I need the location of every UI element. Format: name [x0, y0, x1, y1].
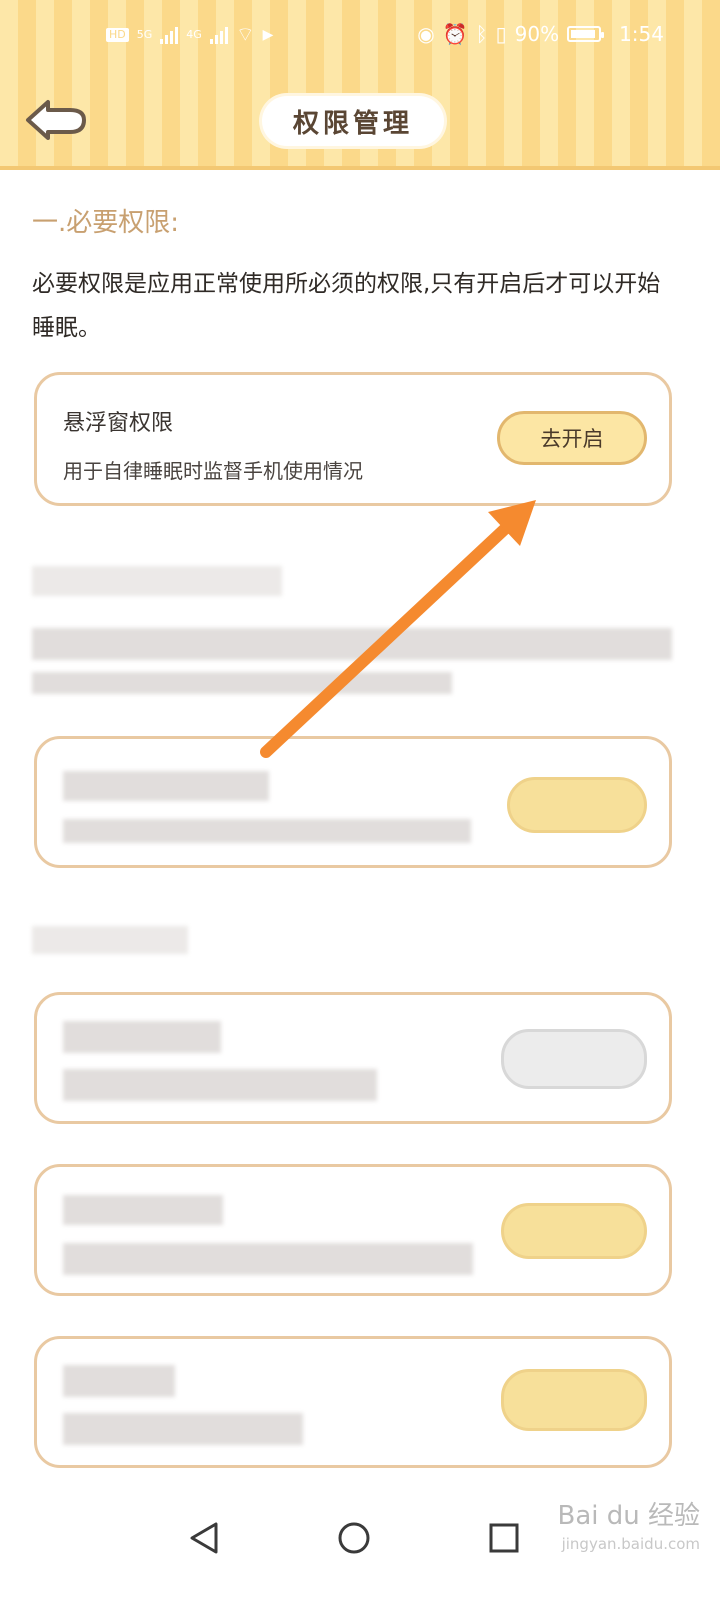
back-arrow-icon: [26, 100, 86, 140]
blurred-card-title: [63, 1021, 221, 1053]
header-bar: HD 5G 4G ⌔ ▶ ◉ ⏰ ᛒ ▯ 90% 1:54 权限管理: [0, 0, 720, 170]
network-label: 5G: [136, 28, 153, 41]
watermark-brand: Bai du 经验: [557, 1501, 700, 1531]
vibrate-icon: ▯: [495, 22, 507, 46]
blurred-card-subtitle: [63, 819, 471, 843]
card-subtitle: 用于自律睡眠时监督手机使用情况: [63, 459, 363, 483]
wifi-icon: ⌔: [235, 22, 255, 46]
blurred-section-title-2: [32, 926, 188, 954]
section-title: 一.必要权限:: [32, 208, 180, 238]
section-description: 必要权限是应用正常使用所必须的权限,只有开启后才可以开始睡眠。: [32, 271, 661, 341]
circle-home-icon: [338, 1522, 370, 1554]
card-title: 悬浮窗权限: [63, 411, 174, 436]
bluetooth-icon: ᛒ: [475, 22, 488, 46]
back-button[interactable]: [22, 96, 88, 144]
blurred-card-subtitle: [63, 1413, 303, 1445]
permission-card-blurred-3: [34, 1164, 672, 1296]
network-label-2: 4G: [186, 28, 202, 41]
triangle-back-icon: [190, 1522, 218, 1554]
blurred-card-subtitle: [63, 1243, 473, 1275]
clock: 1:54: [619, 22, 664, 46]
blurred-section-description-line-1: [32, 628, 672, 660]
permission-card-blurred-1: [34, 736, 672, 868]
alarm-icon: ⏰: [442, 22, 468, 46]
status-right: ◉ ⏰ ᛒ ▯ 90% 1:54: [417, 22, 664, 46]
blurred-card-button[interactable]: [501, 1369, 647, 1431]
nav-recent-button[interactable]: [474, 1508, 534, 1568]
page-title: 权限管理: [262, 96, 444, 146]
blurred-card-button[interactable]: [501, 1203, 647, 1259]
battery-icon: [567, 26, 605, 42]
blurred-card-button[interactable]: [507, 777, 647, 833]
blurred-card-title: [63, 1365, 175, 1397]
permission-card-blurred-2: [34, 992, 672, 1124]
status-left: HD 5G 4G ⌔ ▶: [106, 22, 273, 47]
blurred-card-button[interactable]: [501, 1029, 647, 1089]
blurred-section-title: [32, 566, 282, 596]
blurred-card-title: [63, 1195, 223, 1225]
blurred-section-description-line-2: [32, 672, 452, 694]
blurred-card-title: [63, 771, 269, 801]
battery-percent: 90%: [514, 22, 560, 46]
blurred-card-subtitle: [63, 1069, 377, 1101]
nav-home-button[interactable]: [324, 1508, 384, 1568]
signal-icon-2: [209, 26, 228, 44]
eye-icon: ◉: [417, 22, 435, 46]
watermark: Bai du 经验 jingyan.baidu.com: [557, 1502, 700, 1558]
nav-back-button[interactable]: [174, 1508, 234, 1568]
enable-button[interactable]: 去开启: [497, 411, 647, 465]
permission-card-blurred-4: [34, 1336, 672, 1468]
square-recent-icon: [489, 1523, 519, 1553]
hd-badge-icon: HD: [106, 27, 129, 42]
signal-icon: [160, 26, 179, 44]
watermark-url: jingyan.baidu.com: [561, 1535, 700, 1553]
play-icon: ▶: [262, 26, 274, 43]
permission-card-overlay: 悬浮窗权限 用于自律睡眠时监督手机使用情况 去开启: [34, 372, 672, 506]
status-bar: HD 5G 4G ⌔ ▶ ◉ ⏰ ᛒ ▯ 90% 1:54: [0, 22, 720, 66]
